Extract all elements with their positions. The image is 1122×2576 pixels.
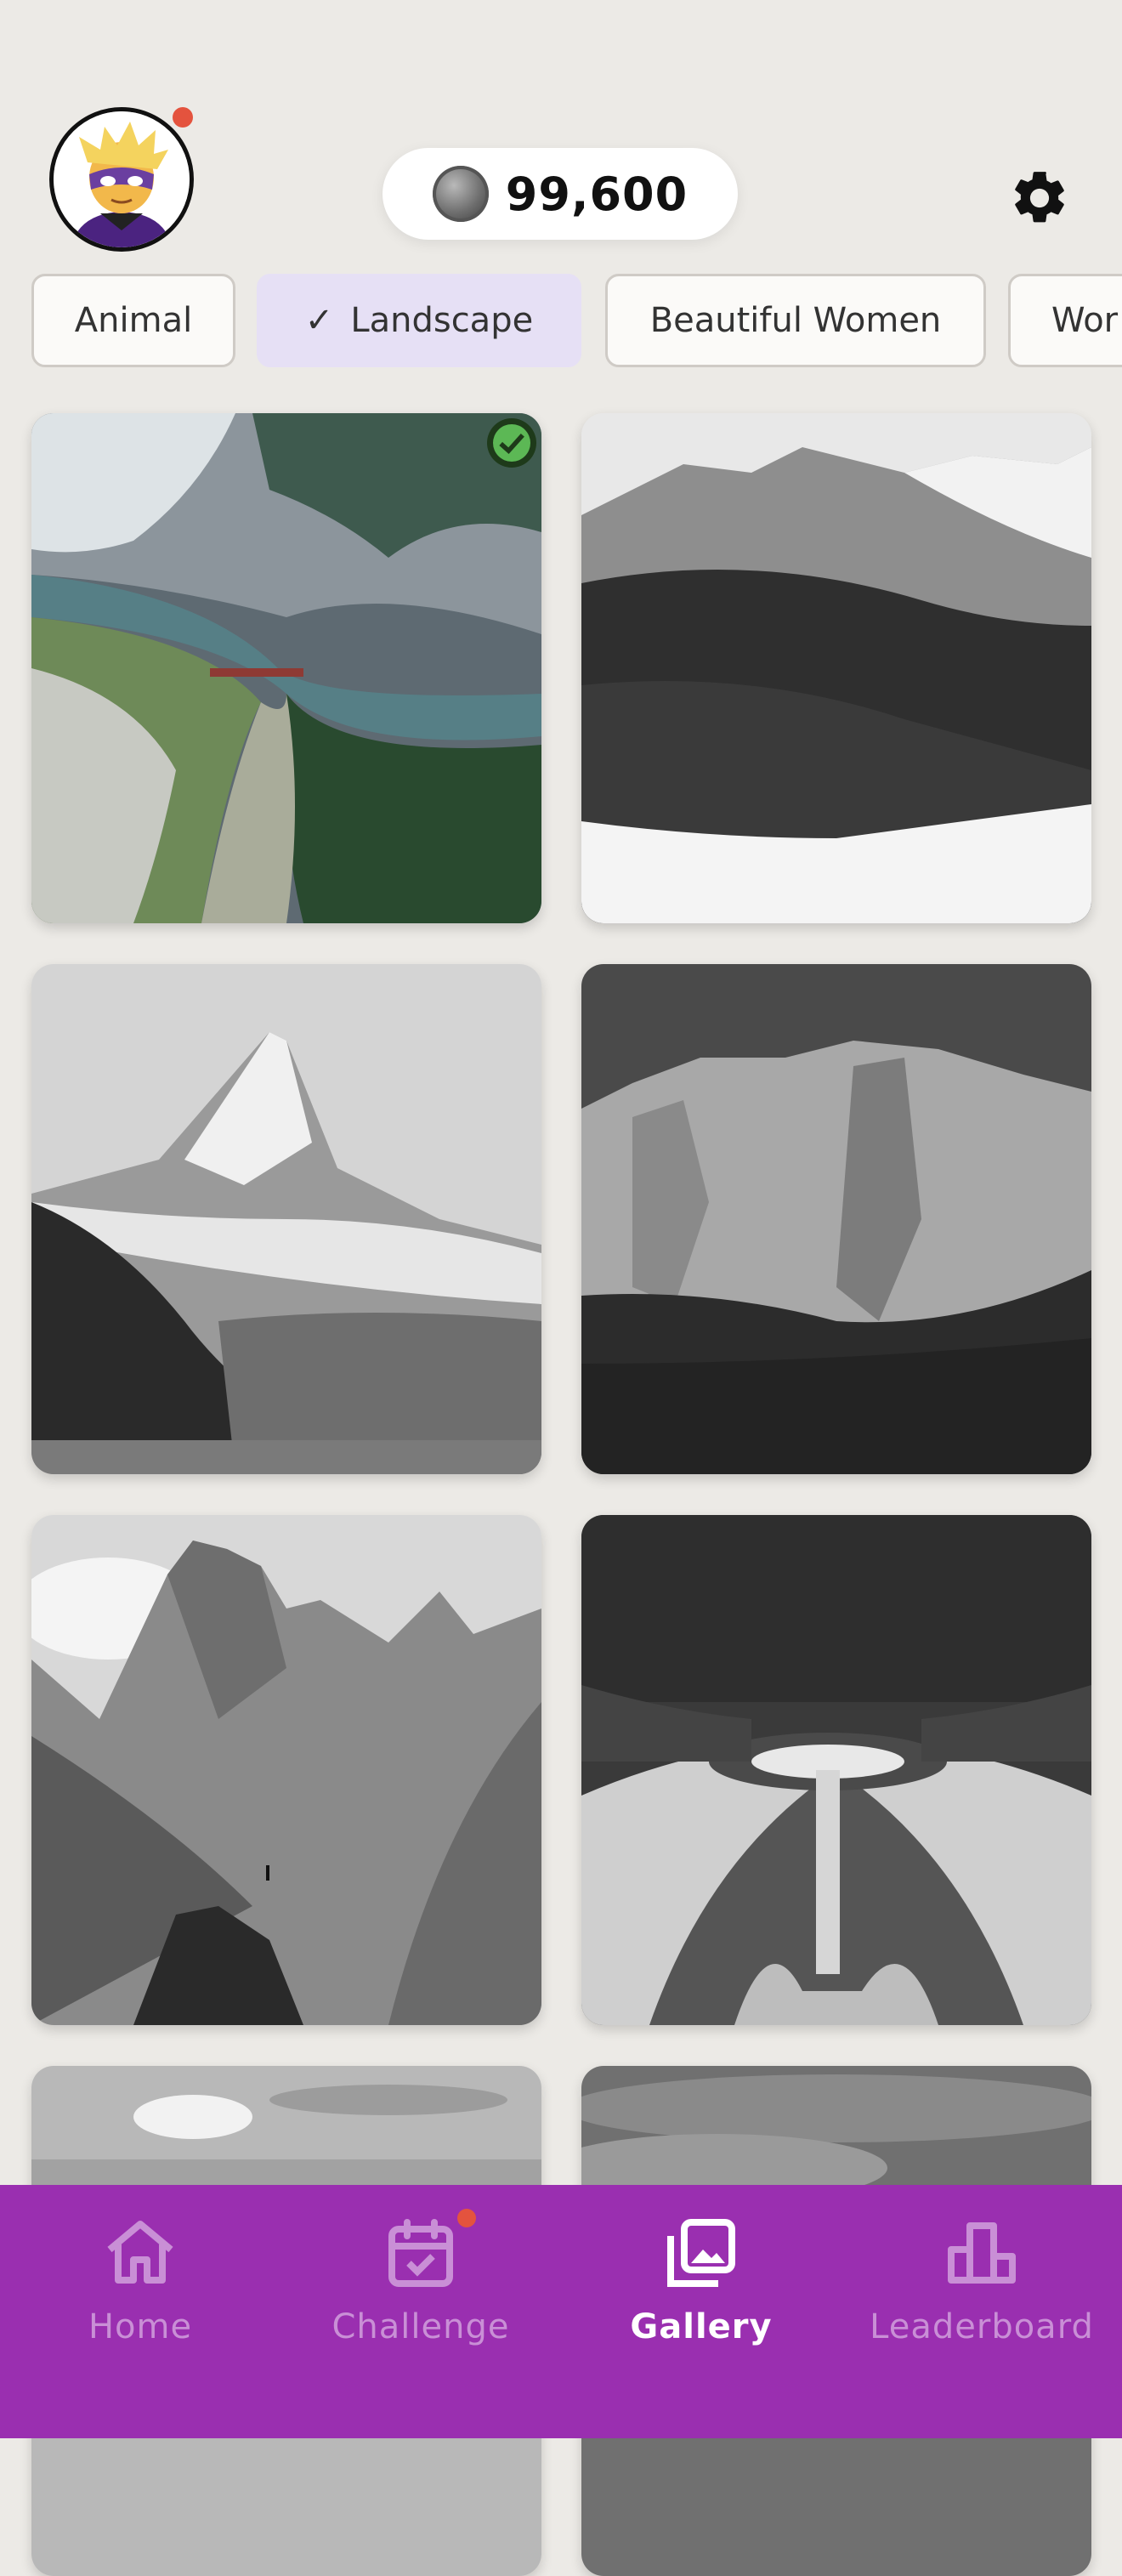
gallery-icon xyxy=(667,2219,735,2287)
coin-icon xyxy=(432,166,489,222)
gallery-tile[interactable] xyxy=(581,413,1091,923)
notification-dot xyxy=(173,107,193,128)
home-icon xyxy=(107,2221,173,2284)
nav-challenge[interactable]: Challenge xyxy=(280,2210,561,2363)
superhero-avatar-icon xyxy=(54,111,190,247)
artwork-image xyxy=(581,964,1091,1474)
nav-label: Challenge xyxy=(332,2307,510,2346)
nav-home[interactable]: Home xyxy=(0,2210,280,2363)
artwork-image xyxy=(31,964,541,1474)
gallery-tile[interactable] xyxy=(31,413,541,923)
check-icon: ✓ xyxy=(304,301,334,340)
category-chip-partial[interactable]: Wor xyxy=(1008,274,1122,367)
coin-balance: 99,600 xyxy=(505,167,688,221)
challenge-notification-dot xyxy=(457,2209,476,2227)
profile-avatar[interactable] xyxy=(49,107,194,252)
coin-balance-pill[interactable]: 99,600 xyxy=(382,148,738,240)
chip-label: Landscape xyxy=(350,301,534,340)
chip-label: Animal xyxy=(74,301,193,340)
settings-gear-icon[interactable] xyxy=(1008,167,1071,230)
chip-label: Wor xyxy=(1051,301,1119,340)
gallery-tile[interactable] xyxy=(581,964,1091,1474)
gallery-tile[interactable] xyxy=(31,964,541,1474)
leaderboard-icon xyxy=(948,2222,1016,2284)
calendar-check-icon xyxy=(388,2219,453,2287)
artwork-image xyxy=(31,1515,541,2025)
chip-label: Beautiful Women xyxy=(649,301,942,340)
artwork-image xyxy=(581,413,1091,923)
nav-label: Home xyxy=(88,2307,193,2346)
nav-label: Gallery xyxy=(630,2307,773,2346)
gallery-tile[interactable] xyxy=(31,1515,541,2025)
category-chip-animal[interactable]: Animal xyxy=(31,274,235,367)
nav-leaderboard[interactable]: Leaderboard xyxy=(842,2210,1122,2363)
completed-badge-icon xyxy=(487,418,536,468)
category-chip-landscape[interactable]: ✓ Landscape xyxy=(257,274,581,367)
gallery-tile[interactable] xyxy=(581,1515,1091,2025)
artwork-image xyxy=(581,1515,1091,2025)
artwork-image xyxy=(31,413,541,923)
nav-label: Leaderboard xyxy=(870,2307,1094,2346)
nav-gallery[interactable]: Gallery xyxy=(561,2210,842,2363)
category-chip-beautiful-women[interactable]: Beautiful Women xyxy=(605,274,986,367)
